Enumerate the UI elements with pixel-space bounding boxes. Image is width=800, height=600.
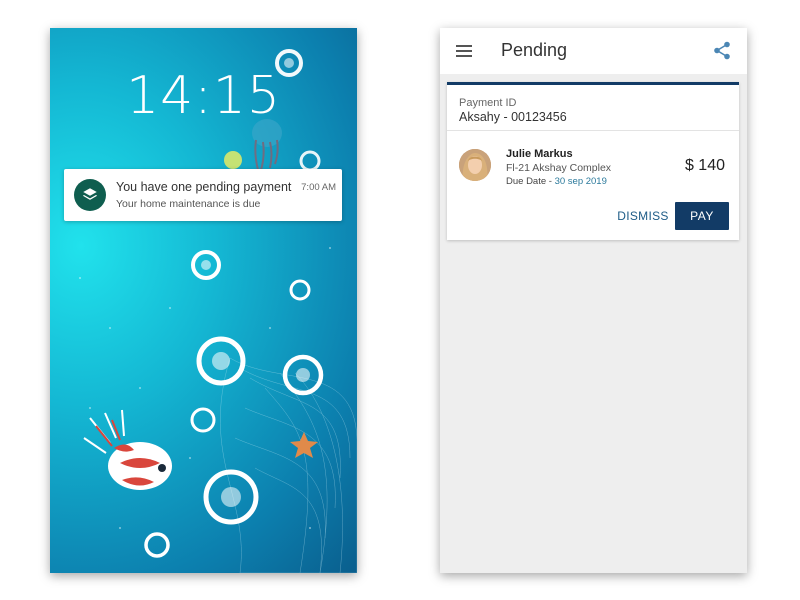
payment-amount: $ 140 (684, 157, 725, 174)
share-icon[interactable] (713, 41, 731, 60)
hamburger-menu-icon[interactable] (456, 45, 472, 57)
pay-button[interactable]: PAY (675, 202, 729, 230)
due-date-value: 30 sep 2019 (554, 176, 607, 187)
due-date-line: Due Date - 30 sep 2019 (506, 176, 607, 187)
notification-time: 7:00 AM (301, 182, 336, 193)
page-title: Pending (501, 40, 568, 60)
app-bar: Pending (440, 28, 747, 74)
payment-id-value: Aksahy - 00123456 (459, 110, 567, 124)
pending-app-screen: Pending Payment ID Aksahy - 00123456 Jul… (440, 28, 747, 573)
payer-address: Fl-21 Akshay Complex (506, 162, 612, 174)
notification-subtitle: Your home maintenance is due (116, 198, 261, 210)
payer-name: Julie Markus (506, 148, 573, 160)
due-date-label: Due Date - (506, 176, 555, 187)
avatar (459, 149, 491, 181)
lock-screen-clock: 14:15 (126, 66, 281, 126)
payment-id-label: Payment ID (459, 97, 517, 109)
lock-screen: 14:15 You have one pending payment Your … (50, 28, 357, 573)
pending-payment-notification[interactable]: You have one pending payment Your home m… (64, 169, 342, 221)
layers-icon (74, 179, 106, 211)
dismiss-button[interactable]: DISMISS (612, 203, 674, 229)
card-divider (447, 130, 739, 131)
notification-title: You have one pending payment (116, 180, 292, 194)
payment-card: Payment ID Aksahy - 00123456 Julie Marku… (447, 82, 739, 240)
